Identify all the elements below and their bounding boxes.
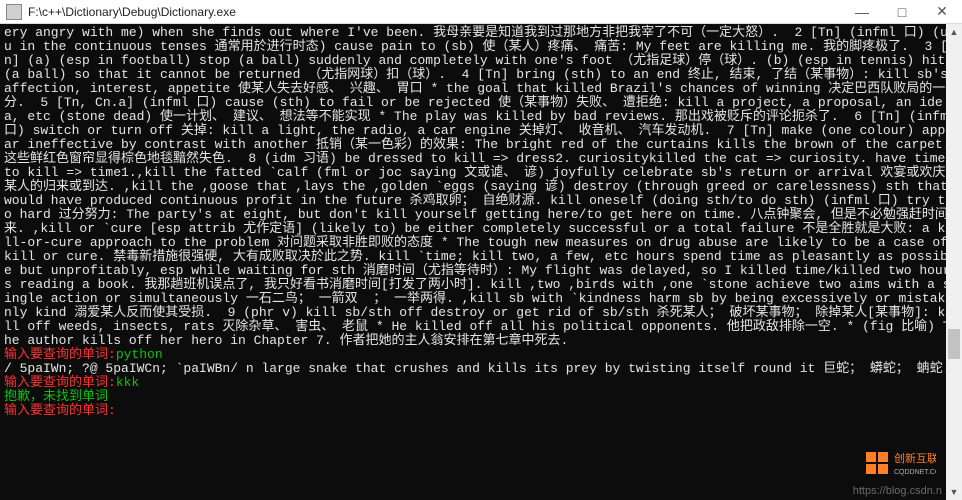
minimize-button[interactable]: — xyxy=(842,0,882,23)
app-icon xyxy=(6,4,22,20)
query-input-1[interactable]: python xyxy=(116,347,163,362)
vertical-scrollbar[interactable]: ▲ ▼ xyxy=(946,24,962,500)
prompt-label-1: 输入要查询的单词: xyxy=(4,347,116,362)
prompt-label-2: 输入要查询的单词: xyxy=(4,375,116,390)
scroll-track[interactable] xyxy=(946,40,962,484)
dictionary-output: ery angry with me) when she finds out wh… xyxy=(4,25,962,348)
close-button[interactable]: ✕ xyxy=(922,0,962,23)
brand-logo: 创新互联 CQDDNET.COM xyxy=(866,450,936,478)
query-result-1: / 5paIWn; ?@ 5paIWCn; `paIWBn/ n large s… xyxy=(4,361,951,376)
query-input-2[interactable]: kkk xyxy=(116,375,139,390)
watermark: https://blog.csdn.n xyxy=(853,485,942,497)
watermark-text: https://blog.csdn.n xyxy=(853,485,942,497)
prompt-label-3: 输入要查询的单词: xyxy=(4,403,116,418)
scroll-thumb[interactable] xyxy=(948,329,960,359)
titlebar[interactable]: F:\c++\Dictionary\Debug\Dictionary.exe —… xyxy=(0,0,962,24)
window-title: F:\c++\Dictionary\Debug\Dictionary.exe xyxy=(28,5,236,19)
error-message: 抱歉，未找到单词 xyxy=(4,389,108,404)
svg-text:创新互联: 创新互联 xyxy=(894,451,936,465)
console-area[interactable]: ery angry with me) when she finds out wh… xyxy=(0,24,962,500)
maximize-button[interactable]: □ xyxy=(882,0,922,23)
scroll-down-button[interactable]: ▼ xyxy=(946,484,962,500)
app-window: F:\c++\Dictionary\Debug\Dictionary.exe —… xyxy=(0,0,962,500)
svg-text:CQDDNET.COM: CQDDNET.COM xyxy=(894,469,936,476)
scroll-up-button[interactable]: ▲ xyxy=(946,24,962,40)
